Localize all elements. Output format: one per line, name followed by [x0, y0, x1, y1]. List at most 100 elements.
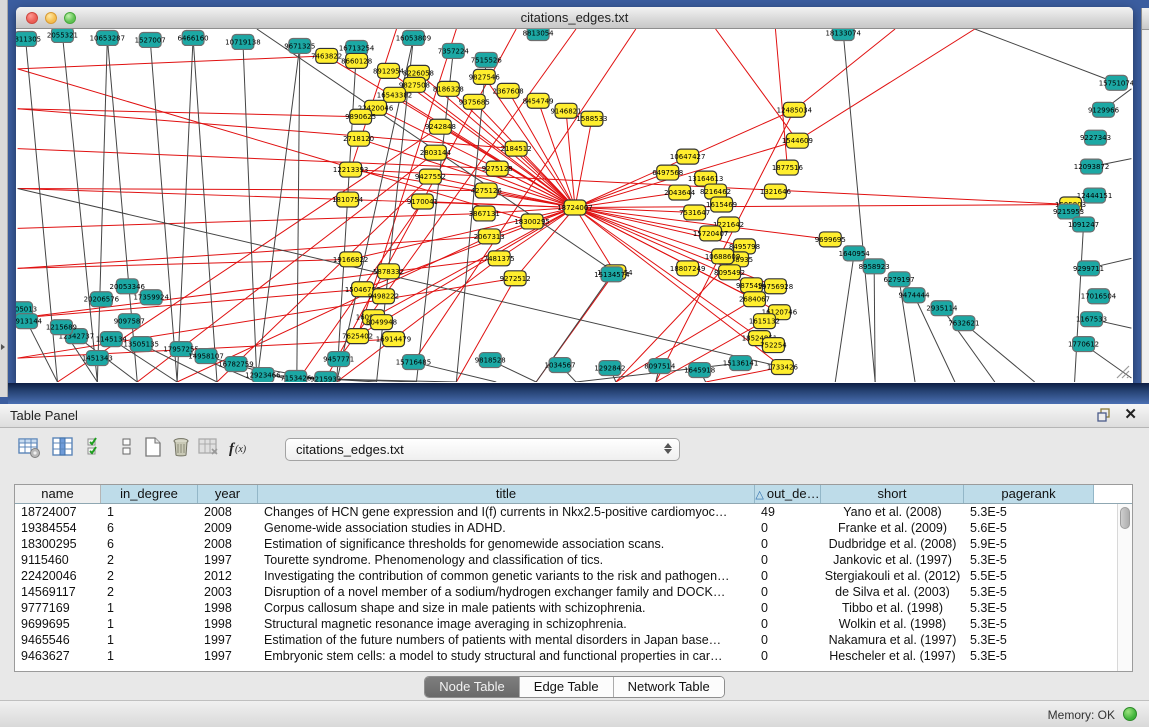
graph-node[interactable]: 2684067 — [739, 292, 770, 307]
graph-node[interactable]: 8813054 — [523, 29, 555, 40]
cell-in_degree[interactable]: 2 — [101, 552, 198, 568]
cell-year[interactable]: 2012 — [198, 568, 258, 584]
graph-node[interactable]: 9890625 — [345, 109, 376, 124]
graph-node[interactable]: 2718120 — [343, 131, 374, 146]
cell-name[interactable]: 14569117 — [15, 584, 101, 600]
graph-node[interactable]: 1877516 — [772, 160, 803, 175]
graph-node[interactable]: 1321646 — [760, 184, 791, 199]
cell-out_de[interactable]: 0 — [755, 520, 821, 536]
citation-graph[interactable]: 1811305205532110653287152700764661601071… — [16, 29, 1133, 382]
graph-node[interactable]: 9375685 — [459, 94, 490, 109]
cell-in_degree[interactable]: 2 — [101, 568, 198, 584]
cell-short[interactable]: Hescheler et al. (1997) — [821, 648, 964, 664]
graph-node[interactable]: 7357224 — [438, 43, 470, 58]
network-canvas[interactable]: 1811305205532110653287152700764661601071… — [16, 29, 1133, 382]
graph-node[interactable]: 6466160 — [178, 30, 209, 45]
graph-node[interactable]: 1527007 — [135, 32, 166, 47]
cell-pagerank[interactable]: 5.3E-5 — [964, 600, 1094, 616]
panel-collapse-arrow-icon[interactable] — [1, 344, 5, 350]
graph-node[interactable]: 13505135 — [123, 337, 158, 352]
graph-node[interactable]: 9498222 — [368, 289, 399, 304]
cell-pagerank[interactable]: 5.3E-5 — [964, 648, 1094, 664]
memory-status-indicator[interactable] — [1123, 707, 1137, 721]
graph-node[interactable]: 1615469 — [706, 197, 737, 212]
graph-node[interactable]: 9242848 — [425, 119, 456, 134]
table-row[interactable]: 969969511998Structural magnetic resonanc… — [15, 616, 1132, 632]
cell-short[interactable]: Yano et al. (2008) — [821, 504, 964, 520]
cell-pagerank[interactable]: 5.3E-5 — [964, 616, 1094, 632]
scrollbar-thumb[interactable] — [1120, 507, 1130, 529]
graph-node[interactable]: 12923466 — [245, 368, 280, 382]
graph-node[interactable]: 18300295 — [514, 214, 549, 229]
cell-pagerank[interactable]: 5.3E-5 — [964, 584, 1094, 600]
cell-year[interactable]: 1998 — [198, 600, 258, 616]
cell-title[interactable]: Structural magnetic resonance image aver… — [258, 616, 755, 632]
graph-node[interactable]: 2067313 — [474, 229, 505, 244]
cell-year[interactable]: 1997 — [198, 552, 258, 568]
cell-title[interactable]: Changes of HCN gene expression and I(f) … — [258, 504, 755, 520]
cell-name[interactable]: 9699695 — [15, 616, 101, 632]
row-select-icon[interactable] — [86, 436, 110, 460]
cell-out_de[interactable]: 0 — [755, 600, 821, 616]
cell-year[interactable]: 1998 — [198, 616, 258, 632]
cell-title[interactable]: Investigating the contribution of common… — [258, 568, 755, 584]
cell-in_degree[interactable]: 1 — [101, 648, 198, 664]
table-row[interactable]: 946362711997Embryonic stem cells: a mode… — [15, 648, 1132, 664]
table-row[interactable]: 1872400712008Changes of HCN gene express… — [15, 504, 1132, 520]
cell-short[interactable]: Nakamura et al. (1997) — [821, 632, 964, 648]
graph-node[interactable]: 1167533 — [1076, 312, 1107, 327]
graph-node[interactable]: 2935114 — [926, 301, 958, 316]
cell-in_degree[interactable]: 1 — [101, 600, 198, 616]
cell-name[interactable]: 22420046 — [15, 568, 101, 584]
graph-node[interactable]: 8049948 — [366, 315, 397, 330]
graph-node[interactable]: 7625402 — [342, 329, 373, 344]
cell-short[interactable]: Wolkin et al. (1998) — [821, 616, 964, 632]
table-row[interactable]: 1456911722003Disruption of a novel membe… — [15, 584, 1132, 600]
graph-node[interactable]: 5878332 — [373, 264, 404, 279]
table-row[interactable]: 946554611997Estimation of the future num… — [15, 632, 1132, 648]
cell-short[interactable]: Franke et al. (2009) — [821, 520, 964, 536]
cell-name[interactable]: 9463627 — [15, 648, 101, 664]
graph-node[interactable]: 20053346 — [110, 279, 145, 294]
column-header-title[interactable]: title — [258, 485, 755, 503]
cell-name[interactable]: 9115460 — [15, 552, 101, 568]
cell-in_degree[interactable]: 2 — [101, 584, 198, 600]
graph-node[interactable]: 18133074 — [825, 29, 861, 40]
graph-node[interactable]: 9671325 — [284, 38, 315, 53]
graph-node[interactable]: 7481375 — [484, 251, 515, 266]
graph-node[interactable]: 6497568 — [652, 165, 683, 180]
graph-node[interactable]: 1034567 — [545, 358, 576, 373]
column-header-out_de[interactable]: △out_de… — [755, 485, 821, 503]
graph-node[interactable]: 4275126 — [471, 183, 502, 198]
column-header-year[interactable]: year — [198, 485, 258, 503]
graph-node[interactable]: 9275128 — [482, 161, 513, 176]
table-settings-icon[interactable] — [18, 436, 42, 460]
network-window-titlebar[interactable]: citations_edges.txt — [16, 7, 1133, 29]
cell-title[interactable]: Embryonic stem cells: a model to study s… — [258, 648, 755, 664]
cell-in_degree[interactable]: 6 — [101, 520, 198, 536]
graph-node[interactable]: 9129966 — [1088, 102, 1119, 117]
graph-node[interactable]: 17016504 — [1081, 289, 1117, 304]
close-panel-icon[interactable]: ✕ — [1124, 407, 1137, 423]
cell-name[interactable]: 18724007 — [15, 504, 101, 520]
background-window-sliver[interactable] — [1141, 8, 1149, 388]
cell-pagerank[interactable]: 5.6E-5 — [964, 520, 1094, 536]
graph-node[interactable]: 9170041 — [407, 194, 438, 209]
cell-out_de[interactable]: 0 — [755, 584, 821, 600]
graph-node[interactable]: 1810754 — [332, 192, 364, 207]
cell-title[interactable]: Estimation of the future numbers of pati… — [258, 632, 755, 648]
cell-year[interactable]: 1997 — [198, 632, 258, 648]
cell-short[interactable]: Tibbo et al. (1998) — [821, 600, 964, 616]
graph-node[interactable]: 1770612 — [1068, 337, 1099, 352]
graph-node[interactable]: 9427552 — [415, 169, 446, 184]
graph-node[interactable]: 17359924 — [133, 290, 169, 305]
graph-node[interactable]: 9272512 — [500, 271, 531, 286]
cell-title[interactable]: Tourette syndrome. Phenomenology and cla… — [258, 552, 755, 568]
graph-node[interactable]: 1215689 — [46, 320, 77, 335]
column-visibility-icon[interactable] — [52, 436, 76, 460]
cell-pagerank[interactable]: 5.3E-5 — [964, 632, 1094, 648]
cell-out_de[interactable]: 0 — [755, 616, 821, 632]
graph-node[interactable]: 10719138 — [225, 34, 260, 49]
graph-node[interactable]: 8095492 — [714, 265, 745, 280]
graph-node[interactable]: 1292842 — [594, 361, 625, 376]
